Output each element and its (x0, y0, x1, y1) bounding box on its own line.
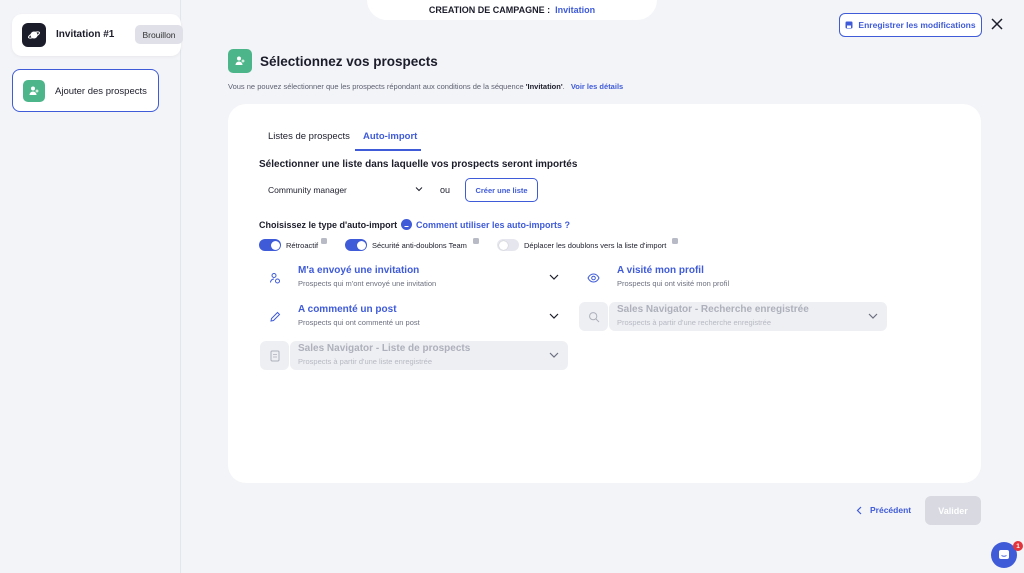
chevron-down-icon[interactable] (548, 311, 560, 321)
subtitle-sequence: 'Invitation' (525, 82, 563, 91)
add-user-icon (228, 49, 252, 73)
option-title: M'a envoyé une invitation (298, 265, 420, 276)
save-icon (845, 21, 853, 29)
list-section-title: Sélectionner une liste dans laquelle vos… (259, 159, 578, 170)
option-desc: Prospects à partir d'une liste enregistr… (298, 357, 433, 366)
planet-icon (22, 23, 46, 47)
user-invite-icon (260, 263, 289, 292)
chevron-left-icon (856, 506, 862, 514)
details-link[interactable]: Voir les détails (571, 82, 623, 91)
create-list-button[interactable]: Créer une liste (465, 178, 538, 202)
option-title: Sales Navigator - Recherche enregistrée (617, 304, 809, 315)
list-dropdown[interactable]: Community manager (259, 179, 430, 201)
help-icon[interactable] (401, 219, 412, 230)
step-add-prospects[interactable]: Ajouter des prospects (12, 69, 159, 112)
option-title: A commenté un post (298, 304, 397, 315)
import-type-title: Choisissez le type d'auto-import (259, 220, 398, 230)
close-button[interactable] (988, 15, 1006, 33)
option-desc: Prospects à partir d'une recherche enreg… (617, 318, 772, 327)
info-icon[interactable] (321, 238, 327, 244)
search-icon (579, 302, 608, 331)
status-badge: Brouillon (135, 25, 183, 44)
active-tab-indicator (355, 149, 421, 151)
chevron-down-icon (549, 352, 559, 358)
tab-prospect-lists[interactable]: Listes de prospects (268, 131, 350, 142)
help-link[interactable]: Comment utiliser les auto-imports ? (416, 220, 570, 230)
toggle-retroactive-label: Rétroactif (286, 241, 319, 250)
option-desc: Prospects qui ont commenté un post (298, 318, 420, 327)
save-changes-button[interactable]: Enregistrer les modifications (839, 13, 982, 37)
subtitle-end: . (562, 82, 565, 91)
notification-badge: 1 (1013, 541, 1023, 551)
page-title: Sélectionnez vos prospects (260, 54, 438, 69)
banner-label: CREATION DE CAMPAGNE : (428, 5, 551, 15)
option-title: A visité mon profil (617, 265, 704, 276)
chevron-down-icon (415, 187, 423, 192)
tab-auto-import[interactable]: Auto-import (363, 131, 417, 142)
campaign-card[interactable]: Invitation #1 Brouillon (12, 14, 183, 56)
option-visited-profile[interactable]: A visité mon profil Prospects qui ont vi… (579, 263, 887, 292)
toggle-anti-duplicate-label: Sécurité anti-doublons Team (372, 241, 467, 250)
toggle-knob (498, 240, 508, 250)
campaign-name: Invitation #1 (56, 29, 115, 40)
pencil-icon (260, 302, 289, 331)
validate-button[interactable]: Valider (925, 496, 981, 525)
step-label: Ajouter des prospects (55, 86, 147, 97)
or-label: ou (440, 185, 451, 195)
save-label: Enregistrer les modifications (858, 20, 976, 30)
previous-button[interactable]: Précédent (856, 505, 911, 515)
option-commented-post[interactable]: A commenté un post Prospects qui ont com… (260, 302, 568, 331)
chevron-down-icon (868, 313, 878, 319)
toggle-move-duplicates-label: Déplacer les doublons vers la liste d'im… (524, 241, 667, 250)
option-sales-nav-list: Sales Navigator - Liste de prospects Pro… (260, 341, 568, 370)
toggle-anti-duplicate[interactable] (345, 239, 367, 251)
toggle-move-duplicates[interactable] (497, 239, 519, 251)
toggle-knob (270, 240, 280, 250)
banner-value: Invitation (555, 5, 596, 15)
option-desc: Prospects qui ont visité mon profil (617, 279, 730, 288)
toggle-knob (356, 240, 366, 250)
campaign-banner: CREATION DE CAMPAGNE : Invitation (367, 0, 657, 20)
document-icon (260, 341, 289, 370)
left-sidebar: Invitation #1 Brouillon Ajouter des pros… (0, 0, 183, 573)
subtitle-text: Vous ne pouvez sélectionner que les pros… (228, 82, 526, 91)
previous-label: Précédent (870, 505, 912, 515)
close-icon (991, 18, 1003, 30)
option-sent-invitation[interactable]: M'a envoyé une invitation Prospects qui … (260, 263, 568, 292)
toggle-retroactive[interactable] (259, 239, 281, 251)
page-subtitle: Vous ne pouvez sélectionner que les pros… (228, 82, 623, 91)
chevron-down-icon[interactable] (548, 272, 560, 282)
eye-icon (579, 263, 608, 292)
info-icon[interactable] (672, 238, 678, 244)
option-sales-nav-search: Sales Navigator - Recherche enregistrée … (579, 302, 887, 331)
chat-icon (999, 550, 1009, 559)
info-icon[interactable] (473, 238, 479, 244)
option-desc: Prospects qui m'ont envoyé une invitatio… (298, 279, 437, 288)
selected-list-value: Community manager (268, 185, 347, 195)
option-title: Sales Navigator - Liste de prospects (298, 343, 471, 354)
add-user-icon (23, 80, 45, 102)
